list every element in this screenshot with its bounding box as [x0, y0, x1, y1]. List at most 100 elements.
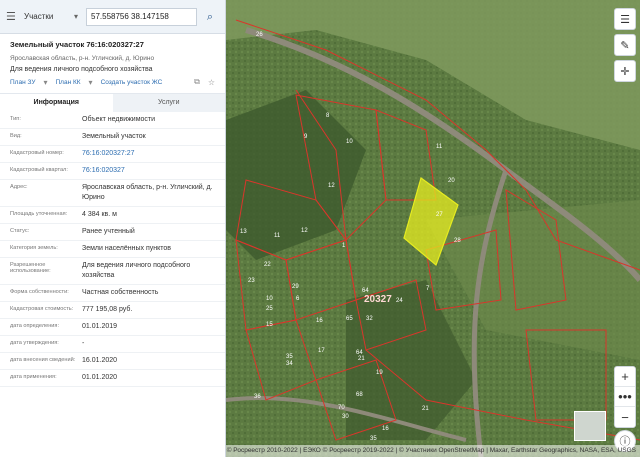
parcel-number-label: 68	[356, 392, 363, 398]
info-table: Тип: Объект недвижимости Вид: Земельный уча…	[0, 112, 225, 387]
info-row-key: Кадастровый квартал:	[10, 167, 68, 173]
info-row-key: Категория земель:	[10, 245, 58, 251]
parcel-title: Земельный участок 76:16:020327:27	[10, 40, 144, 49]
chevron-down-icon[interactable]: ▾	[43, 78, 47, 87]
info-row: Кадастровый квартал: 76:16:020327	[0, 163, 225, 180]
zoom-in-button[interactable]: +	[615, 367, 635, 387]
info-row: Статус: Ранее учтенный	[0, 224, 225, 241]
parcel-number-label: 10	[266, 296, 273, 302]
parcel-number-label: 21	[422, 406, 429, 412]
parcel-number-label: 17	[318, 348, 325, 354]
info-row-value: Земельный участок	[82, 133, 146, 140]
info-row-key: Кадастровая стоимость:	[10, 306, 74, 312]
category-select[interactable]: Участки	[24, 12, 70, 21]
parcel-number-label: 11	[436, 144, 443, 150]
info-row-key: дата определения:	[10, 323, 60, 329]
parcel-number-label: 35	[370, 436, 377, 442]
parcel-number-label: 65	[346, 316, 353, 322]
info-row: Площадь уточненная: 4 384 кв. м	[0, 207, 225, 224]
info-row-key: дата внесения сведений:	[10, 357, 76, 363]
tab-services[interactable]: Услуги	[112, 94, 225, 112]
minimap[interactable]	[574, 411, 606, 441]
info-panel: ☰ Участки ▾ 57.558756 38.147158 ⌕ Земель…	[0, 0, 226, 457]
info-row-key: Статус:	[10, 228, 30, 234]
parcel-number-label: 12	[328, 183, 335, 189]
info-row-value: Земли населённых пунктов	[82, 245, 172, 252]
parcel-number-label: 19	[376, 370, 383, 376]
map[interactable]: 9 8 10 11 12 27 20 28 11 12 1 13 22 29 23 65 32 64 24 25 15 1…	[226, 0, 640, 457]
info-row-value: Частная собственность	[82, 289, 159, 296]
parcel-number-label: 20	[448, 178, 455, 184]
info-row: дата применения: 01.01.2020	[0, 370, 225, 387]
info-row-value[interactable]: 76:16:020327	[76, 163, 225, 179]
info-row-key: дата утверждения:	[10, 340, 59, 346]
tab-info[interactable]: Информация	[0, 94, 113, 112]
info-row-value[interactable]: 76:16:020327:27	[76, 146, 225, 162]
parcel-number-label: 34	[286, 361, 293, 367]
info-row-value: 01.01.2019	[82, 323, 118, 330]
info-row-value: 16.01.2020	[82, 357, 118, 364]
info-row-key: Кадастровый номер:	[10, 150, 64, 156]
info-row: Вид: Земельный участок	[0, 129, 225, 146]
info-row-key: Вид:	[10, 133, 22, 139]
quarter-label: 20327	[364, 294, 392, 305]
parcel-number-label: 30	[342, 414, 349, 420]
zoom-out-button[interactable]: −	[615, 407, 635, 427]
parcel-number-label: 32	[366, 316, 373, 322]
plan-zu-link[interactable]: План ЗУ	[10, 79, 35, 86]
chevron-down-icon[interactable]: ▾	[74, 12, 82, 21]
parcel-number-label: 11	[274, 233, 281, 239]
info-row: Кадастровая стоимость: 777 195,08 руб.	[0, 302, 225, 319]
info-row-value: 01.01.2020	[82, 374, 118, 381]
parcel-address: Ярославская область, р-н. Угличский, д. …	[10, 55, 155, 62]
ruler-icon[interactable]: ✎	[614, 34, 636, 56]
info-row: Адрес: Ярославская область, р-н. Угличски…	[0, 180, 225, 207]
parcel-number-label: 35	[286, 354, 293, 360]
info-row: дата внесения сведений: 16.01.2020	[0, 353, 225, 370]
search-input[interactable]: 57.558756 38.147158	[86, 7, 197, 26]
parcel-number-label: 24	[396, 298, 403, 304]
locate-icon[interactable]: ✛	[614, 60, 636, 82]
road-number-label: 26	[256, 32, 263, 38]
create-parcel-link[interactable]: Создать участок ЖС	[101, 79, 163, 86]
plan-kk-link[interactable]: План КК	[55, 79, 80, 86]
info-row-value: 4 384 кв. м	[82, 211, 117, 218]
parcel-number-label: 29	[292, 284, 299, 290]
share-icon[interactable]: ⧉	[194, 77, 200, 87]
parcel-number-label: 15	[266, 322, 273, 328]
info-row: Форма собственности: Частная собственност…	[0, 285, 225, 302]
satellite-map: 98101112272028111211322292365 32642425151…	[226, 0, 640, 457]
parcel-number-label: 28	[454, 238, 461, 244]
parcel-number-label: 23	[248, 278, 255, 284]
menu-icon[interactable]: ☰	[6, 10, 20, 23]
parcel-number-label: 13	[240, 229, 247, 235]
info-row-key: Адрес:	[10, 184, 28, 190]
parcel-number-label: 16	[382, 426, 389, 432]
info-row: Кадастровый номер: 76:16:020327:27	[0, 146, 225, 163]
info-row: дата утверждения: -	[0, 336, 225, 353]
parcel-number-label: 10	[346, 139, 353, 145]
search-bar: ☰ Участки ▾ 57.558756 38.147158 ⌕	[0, 0, 225, 34]
info-row: Разрешенное использование: Для ведения ли…	[0, 258, 225, 285]
info-row: Тип: Объект недвижимости	[0, 112, 225, 129]
parcel-number-label: 21	[358, 356, 365, 362]
info-row-value: Для ведения личного подсобного хозяйства	[82, 262, 191, 279]
info-row-key: Тип:	[10, 116, 21, 122]
search-icon[interactable]: ⌕	[201, 8, 219, 26]
map-attribution: ПКК © Росреестр 2010-2022 | ЕЭКО © Росре…	[226, 445, 640, 457]
info-row-value: -	[82, 340, 85, 347]
info-row: Категория земель: Земли населённых пункто…	[0, 241, 225, 258]
info-row-value: Объект недвижимости	[82, 116, 156, 123]
parcel-number-label: 16	[316, 318, 323, 324]
more-button[interactable]: •••	[615, 387, 635, 407]
zoom-controls: + ••• −	[614, 366, 636, 428]
parcel-number-label: 64	[356, 350, 363, 356]
star-icon[interactable]: ☆	[208, 78, 215, 87]
info-row-key: дата применения:	[10, 374, 57, 380]
chevron-down-icon[interactable]: ▾	[89, 78, 93, 87]
info-row-value: Ярославская область, р-н. Угличский, д. …	[82, 184, 213, 201]
parcel-number-label: 70	[338, 405, 345, 411]
layers-button[interactable]: ☰	[614, 8, 636, 30]
parcel-number-label: 12	[301, 228, 308, 234]
info-row: дата определения: 01.01.2019	[0, 319, 225, 336]
